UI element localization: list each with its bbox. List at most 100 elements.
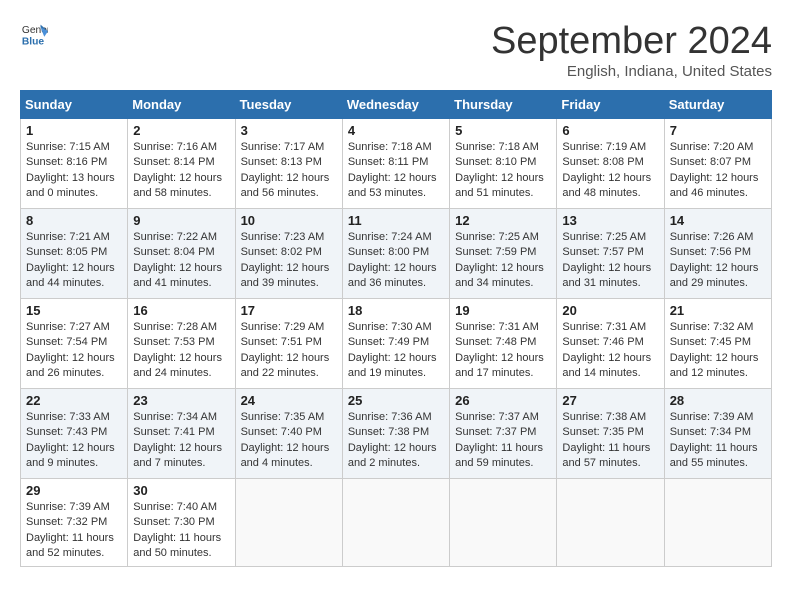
day-number: 5 — [455, 123, 551, 138]
calendar-cell: 8 Sunrise: 7:21 AMSunset: 8:05 PMDaylight… — [21, 209, 128, 299]
weekday-header-monday: Monday — [128, 91, 235, 119]
calendar-cell: 24 Sunrise: 7:35 AMSunset: 7:40 PMDayligh… — [235, 389, 342, 479]
calendar-cell: 4 Sunrise: 7:18 AMSunset: 8:11 PMDaylight… — [342, 119, 449, 209]
day-info: Sunrise: 7:39 AMSunset: 7:34 PMDaylight:… — [670, 410, 766, 472]
weekday-header-sunday: Sunday — [21, 91, 128, 119]
day-info: Sunrise: 7:24 AMSunset: 8:00 PMDaylight:… — [348, 230, 444, 292]
calendar-cell — [450, 479, 557, 567]
day-number: 4 — [348, 123, 444, 138]
day-number: 17 — [241, 303, 337, 318]
calendar-cell: 13 Sunrise: 7:25 AMSunset: 7:57 PMDayligh… — [557, 209, 664, 299]
day-number: 21 — [670, 303, 766, 318]
day-number: 22 — [26, 393, 122, 408]
day-number: 19 — [455, 303, 551, 318]
calendar-week-5: 29 Sunrise: 7:39 AMSunset: 7:32 PMDayligh… — [21, 479, 772, 567]
calendar-week-3: 15 Sunrise: 7:27 AMSunset: 7:54 PMDayligh… — [21, 299, 772, 389]
day-info: Sunrise: 7:22 AMSunset: 8:04 PMDaylight:… — [133, 230, 229, 292]
logo: General Blue — [20, 20, 48, 48]
calendar-cell — [664, 479, 771, 567]
weekday-header-saturday: Saturday — [664, 91, 771, 119]
day-info: Sunrise: 7:31 AMSunset: 7:46 PMDaylight:… — [562, 320, 658, 382]
day-number: 13 — [562, 213, 658, 228]
day-info: Sunrise: 7:27 AMSunset: 7:54 PMDaylight:… — [26, 320, 122, 382]
calendar-cell: 3Sunrise: 7:17 AMSunset: 8:13 PMDaylight… — [235, 119, 342, 209]
day-number: 2 — [133, 123, 229, 138]
day-info: Sunrise: 7:35 AMSunset: 7:40 PMDaylight:… — [241, 410, 337, 472]
day-number: 6 — [562, 123, 658, 138]
day-info: Sunrise: 7:32 AMSunset: 7:45 PMDaylight:… — [670, 320, 766, 382]
day-number: 27 — [562, 393, 658, 408]
day-info: Sunrise: 7:28 AMSunset: 7:53 PMDaylight:… — [133, 320, 229, 382]
day-number: 16 — [133, 303, 229, 318]
calendar-cell: 21 Sunrise: 7:32 AMSunset: 7:45 PMDayligh… — [664, 299, 771, 389]
day-info: Sunrise: 7:38 AMSunset: 7:35 PMDaylight:… — [562, 410, 658, 472]
calendar-cell: 19 Sunrise: 7:31 AMSunset: 7:48 PMDayligh… — [450, 299, 557, 389]
day-info: Sunrise: 7:21 AMSunset: 8:05 PMDaylight:… — [26, 230, 122, 292]
calendar-cell: 10Sunrise: 7:23 AMSunset: 8:02 PMDayligh… — [235, 209, 342, 299]
calendar-cell: 23 Sunrise: 7:34 AMSunset: 7:41 PMDayligh… — [128, 389, 235, 479]
day-number: 30 — [133, 483, 229, 498]
weekday-header-friday: Friday — [557, 91, 664, 119]
day-info: Sunrise: 7:29 AMSunset: 7:51 PMDaylight:… — [241, 320, 337, 382]
calendar-cell: 15 Sunrise: 7:27 AMSunset: 7:54 PMDayligh… — [21, 299, 128, 389]
day-number: 14 — [670, 213, 766, 228]
page-header: General Blue September 2024 English, Ind… — [20, 20, 772, 80]
calendar-cell: 7 Sunrise: 7:20 AMSunset: 8:07 PMDaylight… — [664, 119, 771, 209]
day-info: Sunrise: 7:18 AMSunset: 8:11 PMDaylight:… — [348, 140, 444, 202]
weekday-header-thursday: Thursday — [450, 91, 557, 119]
day-info: Sunrise: 7:16 AMSunset: 8:14 PMDaylight:… — [133, 140, 229, 202]
calendar-cell: 18Sunrise: 7:30 AMSunset: 7:49 PMDayligh… — [342, 299, 449, 389]
calendar-cell: 12Sunrise: 7:25 AMSunset: 7:59 PMDayligh… — [450, 209, 557, 299]
calendar-cell: 28 Sunrise: 7:39 AMSunset: 7:34 PMDayligh… — [664, 389, 771, 479]
calendar-week-2: 8 Sunrise: 7:21 AMSunset: 8:05 PMDaylight… — [21, 209, 772, 299]
calendar-cell: 26 Sunrise: 7:37 AMSunset: 7:37 PMDayligh… — [450, 389, 557, 479]
day-info: Sunrise: 7:36 AMSunset: 7:38 PMDaylight:… — [348, 410, 444, 472]
calendar-cell: 29 Sunrise: 7:39 AMSunset: 7:32 PMDayligh… — [21, 479, 128, 567]
day-info: Sunrise: 7:25 AMSunset: 7:59 PMDaylight:… — [455, 230, 551, 292]
calendar-cell: 17 Sunrise: 7:29 AMSunset: 7:51 PMDayligh… — [235, 299, 342, 389]
calendar-cell — [235, 479, 342, 567]
weekday-header-tuesday: Tuesday — [235, 91, 342, 119]
day-info: Sunrise: 7:40 AMSunset: 7:30 PMDaylight:… — [133, 500, 229, 562]
calendar-cell: 25 Sunrise: 7:36 AMSunset: 7:38 PMDayligh… — [342, 389, 449, 479]
day-info: Sunrise: 7:37 AMSunset: 7:37 PMDaylight:… — [455, 410, 551, 472]
day-number: 1 — [26, 123, 122, 138]
day-info: Sunrise: 7:30 AMSunset: 7:49 PMDaylight:… — [348, 320, 444, 382]
month-title: September 2024 — [491, 20, 772, 63]
svg-text:Blue: Blue — [22, 36, 45, 47]
calendar-cell: 30 Sunrise: 7:40 AMSunset: 7:30 PMDayligh… — [128, 479, 235, 567]
calendar-cell — [342, 479, 449, 567]
day-info: Sunrise: 7:39 AMSunset: 7:32 PMDaylight:… — [26, 500, 122, 562]
title-block: September 2024 English, Indiana, United … — [491, 20, 772, 80]
day-number: 15 — [26, 303, 122, 318]
calendar-cell: 6Sunrise: 7:19 AMSunset: 8:08 PMDaylight… — [557, 119, 664, 209]
day-number: 29 — [26, 483, 122, 498]
day-info: Sunrise: 7:20 AMSunset: 8:07 PMDaylight:… — [670, 140, 766, 202]
day-number: 26 — [455, 393, 551, 408]
day-info: Sunrise: 7:17 AMSunset: 8:13 PMDaylight:… — [241, 140, 337, 202]
day-number: 8 — [26, 213, 122, 228]
calendar-cell: 22 Sunrise: 7:33 AMSunset: 7:43 PMDayligh… — [21, 389, 128, 479]
day-info: Sunrise: 7:34 AMSunset: 7:41 PMDaylight:… — [133, 410, 229, 472]
day-info: Sunrise: 7:18 AMSunset: 8:10 PMDaylight:… — [455, 140, 551, 202]
calendar-week-4: 22 Sunrise: 7:33 AMSunset: 7:43 PMDayligh… — [21, 389, 772, 479]
calendar-cell: 27 Sunrise: 7:38 AMSunset: 7:35 PMDayligh… — [557, 389, 664, 479]
day-number: 23 — [133, 393, 229, 408]
logo-icon: General Blue — [20, 20, 48, 48]
calendar-cell: 20 Sunrise: 7:31 AMSunset: 7:46 PMDayligh… — [557, 299, 664, 389]
day-info: Sunrise: 7:25 AMSunset: 7:57 PMDaylight:… — [562, 230, 658, 292]
calendar-table: SundayMondayTuesdayWednesdayThursdayFrid… — [20, 90, 772, 567]
day-info: Sunrise: 7:26 AMSunset: 7:56 PMDaylight:… — [670, 230, 766, 292]
calendar-cell: 1Sunrise: 7:15 AMSunset: 8:16 PMDaylight… — [21, 119, 128, 209]
weekday-header-row: SundayMondayTuesdayWednesdayThursdayFrid… — [21, 91, 772, 119]
location-subtitle: English, Indiana, United States — [491, 63, 772, 80]
day-info: Sunrise: 7:33 AMSunset: 7:43 PMDaylight:… — [26, 410, 122, 472]
day-number: 24 — [241, 393, 337, 408]
day-number: 20 — [562, 303, 658, 318]
day-number: 28 — [670, 393, 766, 408]
day-info: Sunrise: 7:31 AMSunset: 7:48 PMDaylight:… — [455, 320, 551, 382]
day-number: 9 — [133, 213, 229, 228]
calendar-cell: 2 Sunrise: 7:16 AMSunset: 8:14 PMDaylight… — [128, 119, 235, 209]
day-number: 7 — [670, 123, 766, 138]
day-number: 25 — [348, 393, 444, 408]
